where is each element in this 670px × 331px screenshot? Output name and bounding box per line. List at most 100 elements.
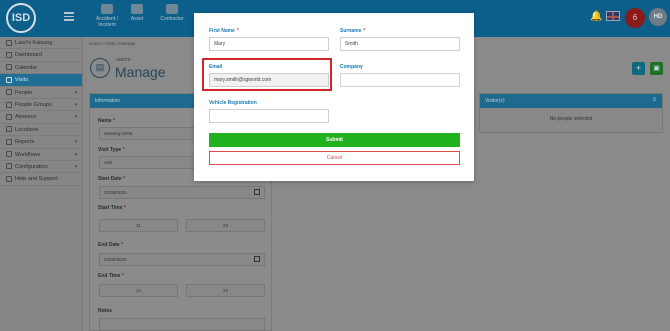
sidebar: Lauri's Kaisung Dashboard Calendar Visit… bbox=[0, 37, 83, 331]
sidebar-item-label: Configuration bbox=[15, 163, 48, 170]
end-date-label: End Date * bbox=[98, 242, 123, 248]
vehicle-registration-input[interactable] bbox=[209, 109, 329, 123]
box-icon bbox=[131, 4, 143, 14]
end-minute-field[interactable]: 23 bbox=[186, 284, 265, 297]
first-name-label: First Name * bbox=[209, 28, 239, 34]
sidebar-item-label: Calendar bbox=[15, 64, 38, 71]
vehicle-registration-label: Vehicle Registration bbox=[209, 100, 257, 106]
field-value: 02/05/2025 bbox=[104, 190, 127, 195]
nav-tile-contractor[interactable]: Contractor bbox=[152, 0, 192, 37]
save-icon: ▣ bbox=[653, 65, 660, 72]
start-date-label: Start Date * bbox=[98, 176, 125, 182]
company-label: Company bbox=[340, 64, 363, 70]
pin-icon bbox=[6, 126, 12, 133]
sidebar-item-label: Dashboard bbox=[15, 52, 42, 59]
required-mark: * bbox=[113, 118, 115, 124]
sidebar-item-label: Reports bbox=[15, 139, 35, 146]
label-text: End Date bbox=[98, 242, 120, 248]
sidebar-item-reports[interactable]: Reports ▾ bbox=[0, 136, 82, 149]
sidebar-item-label: Visits bbox=[15, 77, 29, 84]
required-mark: * bbox=[123, 205, 126, 211]
sidebar-item-locations[interactable]: Locations bbox=[0, 124, 82, 137]
sidebar-item-label: Lauri's Kaisung bbox=[15, 40, 53, 46]
required-mark: * bbox=[121, 242, 124, 248]
dashboard-icon bbox=[6, 51, 12, 58]
sidebar-item-configuration[interactable]: Configuration ▾ bbox=[0, 161, 82, 174]
company-input[interactable] bbox=[340, 73, 460, 87]
notes-field[interactable] bbox=[99, 318, 265, 331]
sidebar-item-people[interactable]: People ▾ bbox=[0, 87, 82, 99]
sidebar-item-people-groups[interactable]: People Groups ▾ bbox=[0, 99, 82, 112]
sidebar-item-absence[interactable]: Absence ▾ bbox=[0, 111, 82, 124]
nav-tile-label: Accident / Incident bbox=[96, 16, 118, 28]
label-text: First Name bbox=[209, 28, 235, 34]
sidebar-item-dashboard[interactable]: Dashboard bbox=[0, 49, 82, 62]
nav-tile-label: Contractor bbox=[160, 16, 184, 22]
menu-toggle-icon[interactable] bbox=[64, 12, 74, 21]
sidebar-item-workflows[interactable]: Workflows ▾ bbox=[0, 149, 82, 161]
sidebar-item-visits[interactable]: Visits bbox=[0, 74, 82, 87]
nav-tile-asset[interactable]: Asset bbox=[117, 0, 157, 37]
breadcrumb[interactable]: Home / Visits / Manage bbox=[89, 41, 135, 46]
empty-state-text: No people selected bbox=[549, 116, 593, 122]
avatar[interactable]: HD bbox=[649, 8, 667, 26]
sidebar-item-account[interactable]: Lauri's Kaisung bbox=[0, 37, 82, 50]
label-text: Visit Type bbox=[98, 147, 122, 153]
menu-icon[interactable]: ≡ bbox=[652, 97, 656, 103]
sidebar-item-calendar[interactable]: Calendar bbox=[0, 62, 82, 75]
start-minute-field[interactable]: 23 bbox=[186, 219, 265, 232]
workflow-icon bbox=[6, 151, 12, 158]
submit-button[interactable]: Submit bbox=[209, 133, 460, 147]
gear-icon bbox=[6, 163, 12, 170]
chevron-icon bbox=[6, 39, 12, 46]
visit-type-label: Visit Type * bbox=[98, 147, 125, 153]
required-mark: * bbox=[236, 28, 239, 34]
chevron-down-icon: ▾ bbox=[74, 89, 77, 96]
label-text: Start Time bbox=[98, 205, 123, 211]
visits-icon bbox=[6, 76, 12, 83]
add-button[interactable]: + bbox=[632, 62, 645, 75]
start-time-label: Start Time * bbox=[98, 205, 126, 211]
page-kicker: VISITS bbox=[116, 57, 131, 62]
panel-header: Visitor(s) bbox=[480, 94, 662, 108]
field-value: 02/05/2025 bbox=[104, 257, 127, 262]
required-mark: * bbox=[363, 28, 366, 34]
hardhat-icon bbox=[166, 4, 178, 14]
surname-label: Surname * bbox=[340, 28, 365, 34]
calendar-icon[interactable] bbox=[254, 256, 260, 262]
chevron-down-icon: ▾ bbox=[74, 163, 77, 170]
save-button[interactable]: ▣ bbox=[650, 62, 663, 75]
start-hour-field[interactable]: 11 bbox=[99, 219, 178, 232]
help-icon bbox=[6, 175, 12, 182]
sidebar-item-label: Workflows bbox=[15, 151, 41, 158]
sidebar-item-help[interactable]: Help and Support bbox=[0, 173, 82, 186]
name-label: Name * bbox=[98, 118, 115, 124]
app-logo[interactable]: ISD bbox=[6, 3, 36, 33]
alert-badge[interactable]: 6 bbox=[625, 8, 645, 28]
chevron-down-icon: ▾ bbox=[74, 101, 77, 108]
sidebar-item-label: Help and Support bbox=[15, 176, 58, 183]
start-date-field[interactable]: 02/05/2025 bbox=[99, 186, 265, 199]
chevron-down-icon: ▾ bbox=[74, 114, 77, 121]
sidebar-item-label: People Groups bbox=[15, 101, 52, 108]
sidebar-item-label: Absence bbox=[15, 114, 37, 121]
chevron-down-icon: ▾ bbox=[74, 151, 77, 158]
bell-icon[interactable]: 🔔 bbox=[590, 11, 602, 22]
person-icon bbox=[6, 89, 12, 96]
label-text: Name bbox=[98, 118, 112, 124]
sidebar-item-label: People bbox=[15, 89, 33, 96]
label-text: End Time bbox=[98, 273, 121, 279]
cancel-button[interactable]: Cancel bbox=[209, 151, 460, 165]
warning-icon bbox=[101, 4, 113, 14]
visitors-panel: Visitor(s) ≡ No people selected bbox=[479, 93, 663, 133]
end-date-field[interactable]: 02/05/2025 bbox=[99, 253, 265, 266]
notes-label: Notes bbox=[98, 308, 112, 314]
group-icon bbox=[6, 101, 12, 108]
surname-input[interactable]: Smith bbox=[340, 37, 460, 51]
first-name-input[interactable]: Mary bbox=[209, 37, 329, 51]
end-time-label: End Time * bbox=[98, 273, 124, 279]
language-flag-icon[interactable] bbox=[606, 11, 620, 21]
calendar-icon bbox=[6, 64, 12, 71]
end-hour-field[interactable]: 12 bbox=[99, 284, 178, 297]
calendar-icon[interactable] bbox=[254, 189, 260, 195]
